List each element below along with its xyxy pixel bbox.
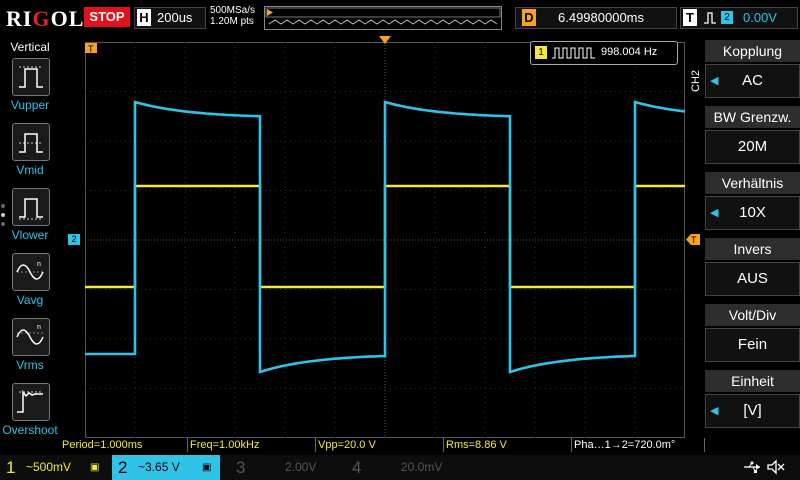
trigger-box[interactable]: T 2 0.00V: [680, 7, 798, 29]
trigger-letter: T: [683, 9, 697, 26]
speaker-muted-icon[interactable]: [766, 459, 786, 475]
usb-icon: [744, 461, 760, 473]
invert-value[interactable]: AUS: [705, 262, 800, 296]
measurement-phase[interactable]: Pha…1→2=720.0m°: [572, 438, 705, 452]
coupling-header: Kopplung: [705, 40, 800, 62]
overshoot-label: Overshoot: [2, 423, 58, 437]
vupper-label: Vupper: [10, 98, 50, 112]
volt-div-setting[interactable]: Volt/Div Fein: [705, 304, 800, 366]
unit-value[interactable]: ◀ [V]: [705, 394, 800, 428]
bandwidth-value[interactable]: 20M: [705, 130, 800, 164]
ratio-value[interactable]: ◀ 10X: [705, 196, 800, 230]
menu-title: Vertical: [10, 40, 50, 54]
svg-text:n: n: [37, 261, 41, 268]
ch2-scale: ~3.65 V: [138, 460, 180, 474]
ratio-header: Verhältnis: [705, 172, 800, 194]
ch4-tab[interactable]: 4 20.0mV: [346, 455, 456, 480]
vmid-icon: [12, 123, 50, 161]
select-arrow-icon: ◀: [710, 75, 719, 87]
memory-waveform-overview[interactable]: [264, 6, 502, 30]
ch1-number: 1: [6, 458, 16, 477]
rising-edge-icon: [704, 12, 716, 24]
memory-depth: 1.20M pts: [210, 16, 254, 27]
delay-value: 6.49980000ms: [558, 10, 645, 25]
select-arrow-icon: ◀: [710, 405, 719, 417]
bandwidth-header: BW Grenzw.: [705, 106, 800, 128]
ch2-tab[interactable]: 2 ~3.65 V ▣: [112, 455, 220, 480]
vrms-icon: n: [12, 318, 50, 356]
unit-header: Einheit: [705, 370, 800, 392]
volt-div-header: Volt/Div: [705, 304, 800, 326]
acquisition-info: 500MSa/s 1.20M pts: [210, 5, 255, 27]
ch3-tab[interactable]: 3 2.00V: [230, 455, 340, 480]
unit-setting[interactable]: Einheit ◀ [V]: [705, 370, 800, 432]
invert-header: Invers: [705, 238, 800, 260]
brand-logo: RIGOL: [6, 6, 85, 31]
measure-menu: Vertical Vupper Vmid Vlower n Vavg n Vrm…: [0, 36, 60, 444]
svg-text:T: T: [691, 235, 697, 245]
channel-status-bar: 1 ~500mV ▣ 2 ~3.65 V ▣ 3 2.00V 4 20.0mV: [0, 455, 800, 480]
measure-vavg-button[interactable]: n Vavg: [0, 253, 60, 317]
counter-frequency: 998.004 Hz: [601, 46, 658, 58]
ch1-scale: ~500mV: [26, 460, 72, 474]
sample-rate: 500MSa/s: [210, 5, 256, 16]
ch3-number: 3: [236, 458, 246, 477]
vlower-label: Vlower: [11, 228, 49, 242]
select-arrow-icon: ◀: [710, 207, 719, 219]
vavg-icon: n: [12, 253, 50, 291]
timebase-box[interactable]: H 200us: [134, 7, 206, 29]
top-status-bar: RIGOL STOP H 200us 500MSa/s 1.20M pts D …: [0, 0, 800, 36]
ch4-number: 4: [352, 458, 362, 477]
invert-setting[interactable]: Invers AUS: [705, 238, 800, 300]
measure-vrms-button[interactable]: n Vrms: [0, 318, 60, 382]
delay-letter: D: [522, 9, 536, 26]
trigger-level-marker-icon[interactable]: T: [686, 234, 700, 245]
measure-vupper-button[interactable]: Vupper: [0, 58, 60, 122]
timebase-value: 200us: [157, 10, 193, 25]
trigger-position-marker-icon: T: [85, 43, 97, 54]
counter-channel-badge: 1: [535, 46, 547, 59]
measure-vmid-button[interactable]: Vmid: [0, 123, 60, 187]
ch2-number: 2: [118, 458, 128, 477]
coupling-value[interactable]: ◀ AC: [705, 64, 800, 98]
vlower-icon: [12, 188, 50, 226]
measurement-rms[interactable]: Rms=8.86 V: [444, 438, 572, 452]
ch4-scale: 20.0mV: [401, 460, 443, 474]
svg-text:T: T: [88, 44, 94, 54]
overview-waveform-icon: [265, 7, 501, 25]
horizontal-trigger-marker-icon: [379, 36, 391, 44]
delay-box[interactable]: D 6.49980000ms: [515, 7, 677, 29]
run-stop-status[interactable]: STOP: [84, 7, 130, 27]
ch3-scale: 2.00V: [285, 460, 317, 474]
bandwidth-limit-setting[interactable]: BW Grenzw. 20M: [705, 106, 800, 168]
ch1-tab[interactable]: 1 ~500mV ▣: [0, 455, 110, 480]
ch2-offset-marker[interactable]: 2: [68, 234, 80, 245]
left-page-indicator-icon: [1, 204, 5, 226]
trigger-source-badge: 2: [721, 11, 733, 24]
volt-div-value[interactable]: Fein: [705, 328, 800, 362]
measurement-results-bar: Period=1.000ms Freq=1.00kHz Vpp=20.0 V R…: [60, 438, 705, 453]
measure-overshoot-button[interactable]: Overshoot: [0, 383, 60, 447]
channel-tag: CH2: [690, 69, 702, 92]
coupling-setting[interactable]: Kopplung ◀ AC: [705, 40, 800, 102]
vavg-label: Vavg: [16, 293, 44, 307]
ch1-bw-icon: ▣: [90, 462, 100, 473]
vmid-label: Vmid: [16, 163, 44, 177]
measurement-frequency[interactable]: Freq=1.00kHz: [188, 438, 316, 452]
measure-vlower-button[interactable]: Vlower: [0, 188, 60, 252]
measurement-period[interactable]: Period=1.000ms: [60, 438, 188, 452]
vupper-icon: [12, 58, 50, 96]
channel-settings-menu: Kopplung ◀ AC BW Grenzw. 20M Verhältnis ◀…: [705, 36, 800, 444]
pulse-train-icon: [552, 47, 595, 59]
overshoot-icon: [12, 383, 50, 421]
svg-text:n: n: [37, 324, 41, 331]
frequency-counter: 1 998.004 Hz: [530, 41, 678, 65]
trigger-level: 0.00V: [743, 10, 777, 25]
probe-ratio-setting[interactable]: Verhältnis ◀ 10X: [705, 172, 800, 234]
timebase-letter: H: [137, 9, 151, 26]
measurement-vpp[interactable]: Vpp=20.0 V: [316, 438, 444, 452]
ch2-bw-icon: ▣: [202, 462, 212, 473]
vrms-label: Vrms: [16, 358, 44, 372]
waveform-display[interactable]: [85, 42, 685, 438]
